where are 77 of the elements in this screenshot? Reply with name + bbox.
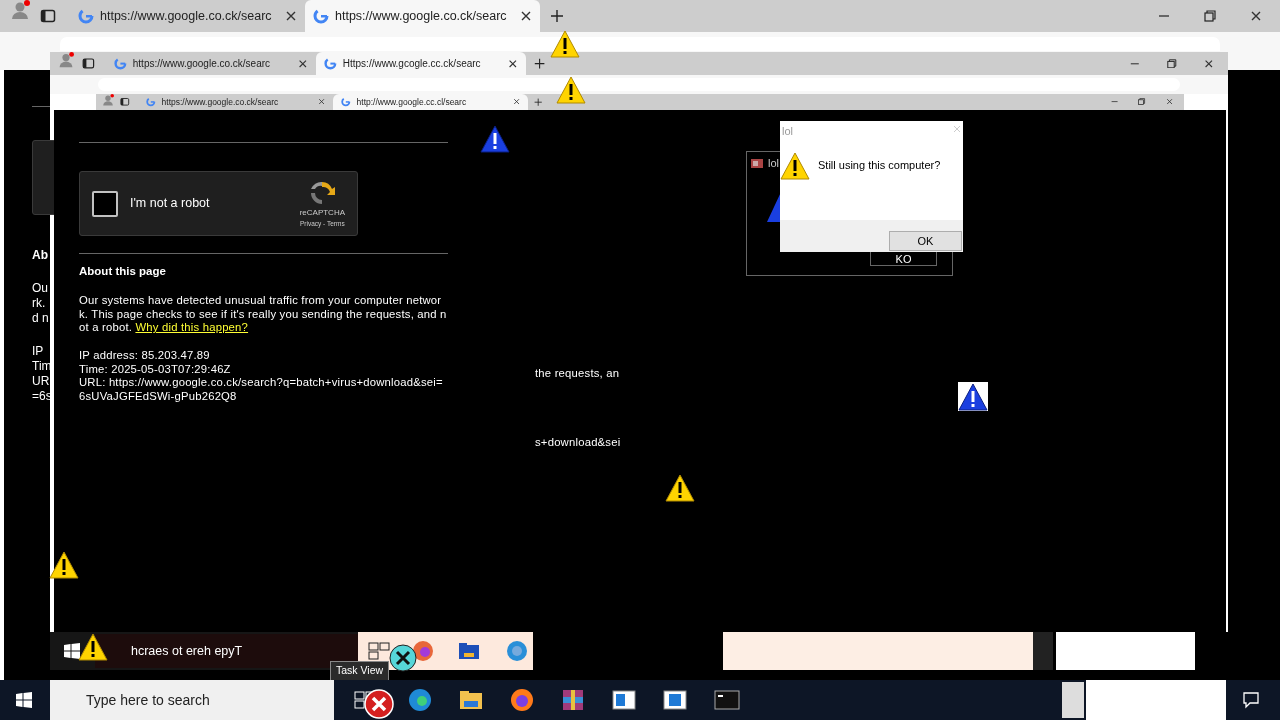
page-text-fragment: Ou (32, 280, 48, 297)
google-icon (146, 97, 156, 107)
edge-icon[interactable] (408, 688, 432, 712)
checkbox-label: I'm not a robot (130, 195, 210, 213)
folder-icon[interactable] (458, 642, 480, 660)
restore-icon[interactable] (1138, 98, 1146, 106)
warning-icon (665, 474, 695, 502)
google-icon (78, 8, 94, 24)
task-view-icon[interactable] (368, 642, 390, 660)
close-icon[interactable] (508, 58, 518, 69)
folder-icon[interactable] (459, 690, 483, 710)
profile-icon[interactable] (102, 94, 114, 106)
page-text-fragment: d n (32, 310, 49, 327)
detail-line: URL: https://www.google.co.ck/search?q=batch+virus+download&sei=6sUVaJGFEdSWi-gPub262Q8 (79, 376, 444, 404)
google-icon (324, 57, 337, 70)
browser-tab[interactable]: https://www.google.co.ck/searc (70, 0, 305, 32)
browser-tab[interactable]: https://www.google.co.ck/searc (106, 52, 316, 75)
windows-logo-icon[interactable] (64, 643, 80, 659)
page-text-fragment: rk. (32, 295, 46, 312)
profile-icon[interactable] (10, 0, 30, 20)
detail-line: IP address: 85.203.47.89 (79, 349, 211, 363)
google-icon (114, 57, 127, 70)
tab-actions-icon[interactable] (82, 57, 95, 70)
window-app-icon[interactable] (612, 690, 636, 710)
why-link[interactable]: Why did this happen? (135, 321, 249, 334)
browser-tab[interactable]: Https://www.gcogle.cc.ck/searc (316, 52, 526, 75)
app-icon (751, 158, 763, 168)
description-paragraph: Our systems have detected unusual traffic from your computer network. This page checks to see if it's really you sending the requests, and not a robot. Why did this happen? (79, 294, 448, 336)
page-text-fragment: UR (32, 373, 50, 390)
warning-icon (556, 76, 586, 104)
browser-tab[interactable]: https://www.google.co.ck/searc (305, 0, 540, 32)
new-tab-icon[interactable] (534, 57, 546, 70)
profile-icon[interactable] (58, 52, 74, 68)
recaptcha-label: reCAPTCHA (299, 206, 345, 219)
terminal-icon[interactable] (714, 690, 740, 710)
notification-icon[interactable] (1242, 691, 1260, 709)
restore-icon[interactable] (1204, 10, 1216, 22)
page-text-fragment: s+download&sei (535, 436, 621, 450)
firefox-icon[interactable] (510, 688, 534, 712)
dialog-title: lol (768, 156, 779, 171)
new-tab-icon[interactable] (534, 97, 543, 107)
close-icon[interactable] (389, 644, 417, 672)
close-icon[interactable] (512, 98, 520, 106)
google-icon (341, 97, 351, 107)
warning-icon (958, 383, 988, 411)
checkbox[interactable] (92, 190, 118, 217)
page-text-fragment: Ab (32, 247, 48, 264)
warning-icon (550, 30, 580, 58)
tab-actions-icon[interactable] (120, 97, 130, 107)
window-app-icon[interactable] (663, 690, 687, 710)
close-icon[interactable] (1204, 58, 1214, 69)
browser-icon[interactable] (506, 640, 528, 662)
detail-line: Time: 2025-05-03T07:29:46Z (79, 362, 232, 377)
dialog-message: Still using this computer? (818, 158, 941, 174)
dialog-title: lol (781, 124, 794, 139)
page-text-fragment: the requests, an (535, 367, 620, 381)
google-icon (313, 8, 329, 24)
close-icon[interactable] (285, 10, 297, 22)
tooltip: Task View (330, 661, 390, 681)
error-icon (364, 689, 394, 719)
close-icon[interactable] (520, 10, 532, 22)
browser-tab[interactable]: http://www.google.cc.cl/searc (333, 94, 528, 110)
windows-logo-icon[interactable] (16, 692, 32, 708)
search-field[interactable]: Type here to search (50, 680, 334, 720)
warning-icon (480, 125, 510, 153)
browser-icon[interactable] (412, 640, 434, 662)
browser-tab[interactable]: https://www.google.co.ck/searc (138, 94, 333, 110)
close-icon[interactable] (1250, 10, 1262, 22)
tab-actions-icon[interactable] (40, 8, 56, 24)
restore-icon[interactable] (1167, 58, 1177, 69)
page-text-fragment: IP (32, 343, 44, 360)
new-tab-icon[interactable] (550, 9, 564, 23)
archive-icon[interactable] (561, 688, 585, 712)
ok-button[interactable]: OK (889, 231, 962, 251)
warning-icon (78, 633, 108, 661)
close-icon[interactable] (298, 58, 308, 69)
page-heading: About this page (79, 264, 167, 279)
